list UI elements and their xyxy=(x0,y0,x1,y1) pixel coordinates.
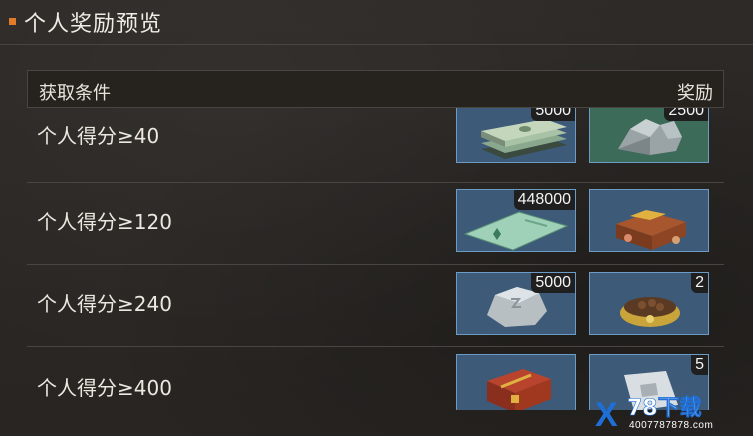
title-bar: 个人奖励预览 xyxy=(0,0,753,45)
reward-count: 5000 xyxy=(531,273,575,293)
reward-row: 个人得分≥40 5000 2500 xyxy=(27,108,724,183)
watermark-logo: X 78下载 4007787878.com xyxy=(595,396,745,434)
reward-item-cash-stack[interactable]: 5000 xyxy=(456,108,576,163)
reward-item-food-crate[interactable] xyxy=(589,189,709,252)
reward-row: 个人得分≥240 5000 2 xyxy=(27,264,724,347)
reward-count: 5000 xyxy=(531,108,575,121)
row-condition-label: 个人得分≥40 xyxy=(37,124,160,148)
reward-count: 448000 xyxy=(513,190,575,210)
reward-list[interactable]: 个人得分≥40 5000 2500 个人得分≥120 448000 个人得分≥2… xyxy=(27,108,724,410)
title-marker xyxy=(9,18,16,25)
reward-item-stone[interactable]: 5000 xyxy=(456,272,576,335)
table-header: 获取条件 奖励 xyxy=(27,70,724,108)
reward-row: 个人得分≥120 448000 xyxy=(27,182,724,265)
reward-count: 2 xyxy=(691,273,708,293)
reward-item-pet-food-bowl[interactable]: 2 xyxy=(589,272,709,335)
watermark-brand: 78下载 xyxy=(627,396,702,421)
watermark-url: 4007787878.com xyxy=(629,420,714,431)
reward-item-voucher[interactable]: 448000 xyxy=(456,189,576,252)
header-condition: 获取条件 xyxy=(39,83,111,104)
reward-count: 2500 xyxy=(664,108,708,121)
watermark-mark: X xyxy=(595,396,618,434)
treasure-chest-icon xyxy=(487,369,551,410)
header-reward: 奖励 xyxy=(677,83,713,104)
page-title: 个人奖励预览 xyxy=(24,12,163,37)
reward-count: 5 xyxy=(691,355,708,375)
row-condition-label: 个人得分≥400 xyxy=(37,376,172,400)
reward-item-silver-ore[interactable]: 2500 xyxy=(589,108,709,163)
food-crate-icon xyxy=(616,210,686,250)
row-condition-label: 个人得分≥240 xyxy=(37,292,172,316)
row-condition-label: 个人得分≥120 xyxy=(37,210,172,234)
reward-item-treasure-chest[interactable] xyxy=(456,354,576,410)
